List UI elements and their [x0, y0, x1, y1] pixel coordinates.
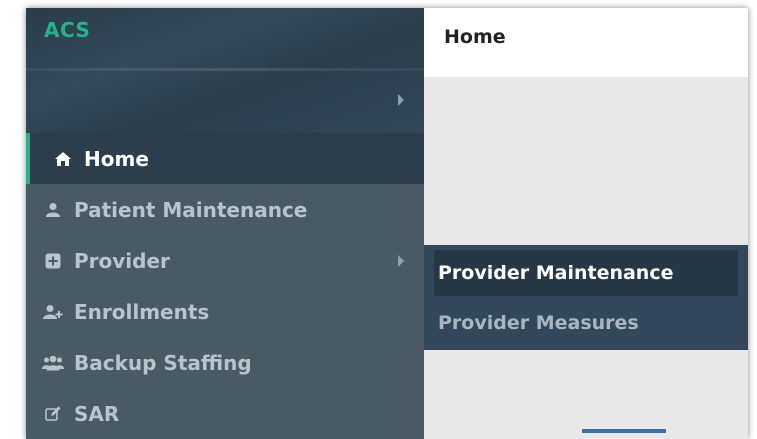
app-window: ACS Home Patient Maintenance Provider En…: [26, 8, 748, 439]
sidebar-item-backup-staffing[interactable]: Backup Staffing: [26, 337, 424, 388]
sidebar-item-label: Home: [84, 146, 149, 171]
page-title: Home: [444, 26, 506, 48]
sidebar-item-label: Patient Maintenance: [74, 197, 308, 222]
sidebar-item-patient-maintenance[interactable]: Patient Maintenance: [26, 184, 424, 235]
brand-logo[interactable]: ACS: [44, 18, 90, 42]
sidebar: ACS Home Patient Maintenance Provider En…: [26, 8, 424, 439]
sidebar-item-sar[interactable]: SAR: [26, 388, 424, 439]
sidebar-item-label: SAR: [74, 401, 120, 426]
sidebar-header: ACS: [26, 8, 424, 133]
sidebar-item-label: Enrollments: [74, 299, 210, 324]
sidebar-item-label: Provider: [74, 248, 170, 273]
sidebar-item-provider[interactable]: Provider: [26, 235, 424, 286]
user-icon: [42, 201, 64, 219]
sidebar-nav: Home Patient Maintenance Provider Enroll…: [26, 133, 424, 439]
main-header: Home: [424, 8, 748, 77]
submenu-item-provider-maintenance[interactable]: Provider Maintenance: [434, 250, 738, 296]
user-plus-icon: [42, 303, 64, 321]
provider-submenu: Provider Maintenance Provider Measures: [424, 245, 748, 350]
edit-icon: [42, 405, 64, 423]
sidebar-item-home[interactable]: Home: [26, 133, 424, 184]
sidebar-item-enrollments[interactable]: Enrollments: [26, 286, 424, 337]
sidebar-toggle-icon[interactable]: [398, 94, 404, 106]
submenu-item-provider-measures[interactable]: Provider Measures: [434, 300, 738, 346]
home-icon: [52, 150, 74, 168]
plus-square-icon: [42, 252, 64, 270]
chevron-right-icon: [398, 255, 404, 267]
users-icon: [42, 354, 64, 372]
sidebar-item-label: Backup Staffing: [74, 350, 252, 375]
partial-button[interactable]: [582, 429, 666, 433]
